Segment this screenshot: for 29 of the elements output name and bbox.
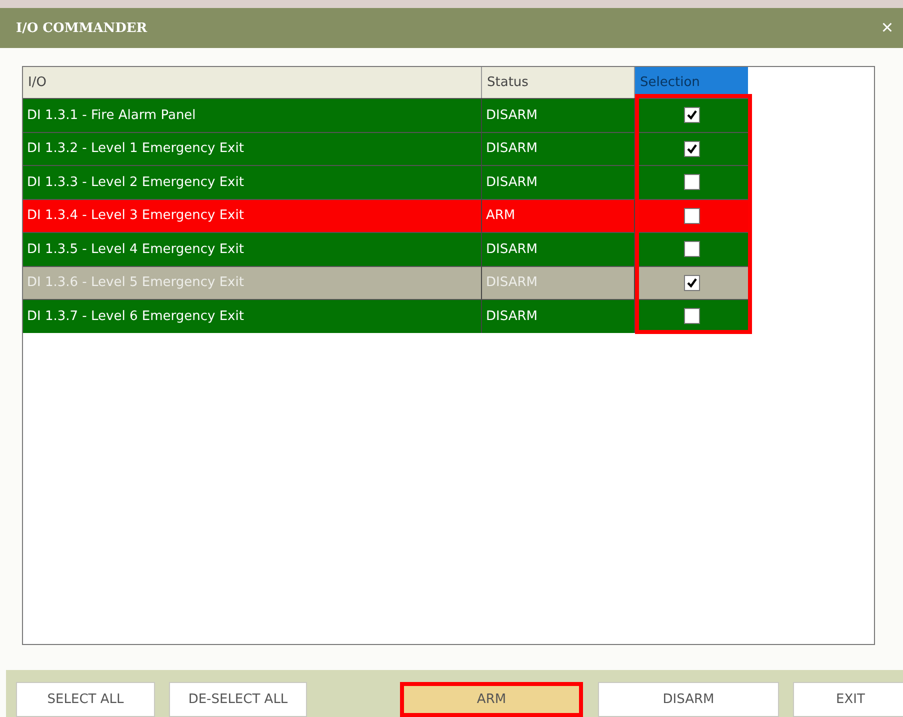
action-button[interactable]: DISARM xyxy=(598,682,779,717)
table-cell: DI 1.3.7 - Level 6 Emergency Exit xyxy=(23,299,482,332)
table-cell: DI 1.3.5 - Level 4 Emergency Exit xyxy=(23,232,482,266)
table-cell: DISARM xyxy=(482,299,635,332)
checkbox[interactable] xyxy=(684,107,700,124)
action-button[interactable]: DE-SELECT ALL xyxy=(169,682,307,717)
action-button[interactable]: EXIT xyxy=(793,682,903,717)
checkbox[interactable] xyxy=(684,308,700,324)
table-cell: DI 1.3.6 - Level 5 Emergency Exit xyxy=(23,266,482,299)
action-button[interactable]: ARM xyxy=(400,682,583,717)
column-header[interactable]: Status xyxy=(482,67,635,98)
checkbox[interactable] xyxy=(684,241,700,258)
table-cell: DISARM xyxy=(482,98,635,132)
checkbox[interactable] xyxy=(684,208,700,224)
table-cell: DISARM xyxy=(482,266,635,299)
table-cell: DI 1.3.1 - Fire Alarm Panel xyxy=(23,98,482,132)
action-button[interactable]: SELECT ALL xyxy=(16,682,155,717)
checkbox[interactable] xyxy=(684,140,700,157)
checkbox[interactable] xyxy=(684,274,700,291)
table-cell: DISARM xyxy=(482,165,635,198)
table-cell: DISARM xyxy=(482,232,635,266)
checkbox[interactable] xyxy=(684,174,700,190)
table-cell: ARM xyxy=(482,198,635,232)
window-title: I/O COMMANDER xyxy=(16,20,148,36)
table-cell: DI 1.3.4 - Level 3 Emergency Exit xyxy=(23,198,482,232)
table-cell: DI 1.3.2 - Level 1 Emergency Exit xyxy=(23,132,482,165)
table-cell: DISARM xyxy=(482,132,635,165)
table-cell: DI 1.3.3 - Level 2 Emergency Exit xyxy=(23,165,482,198)
column-header[interactable]: I/O xyxy=(23,67,482,98)
